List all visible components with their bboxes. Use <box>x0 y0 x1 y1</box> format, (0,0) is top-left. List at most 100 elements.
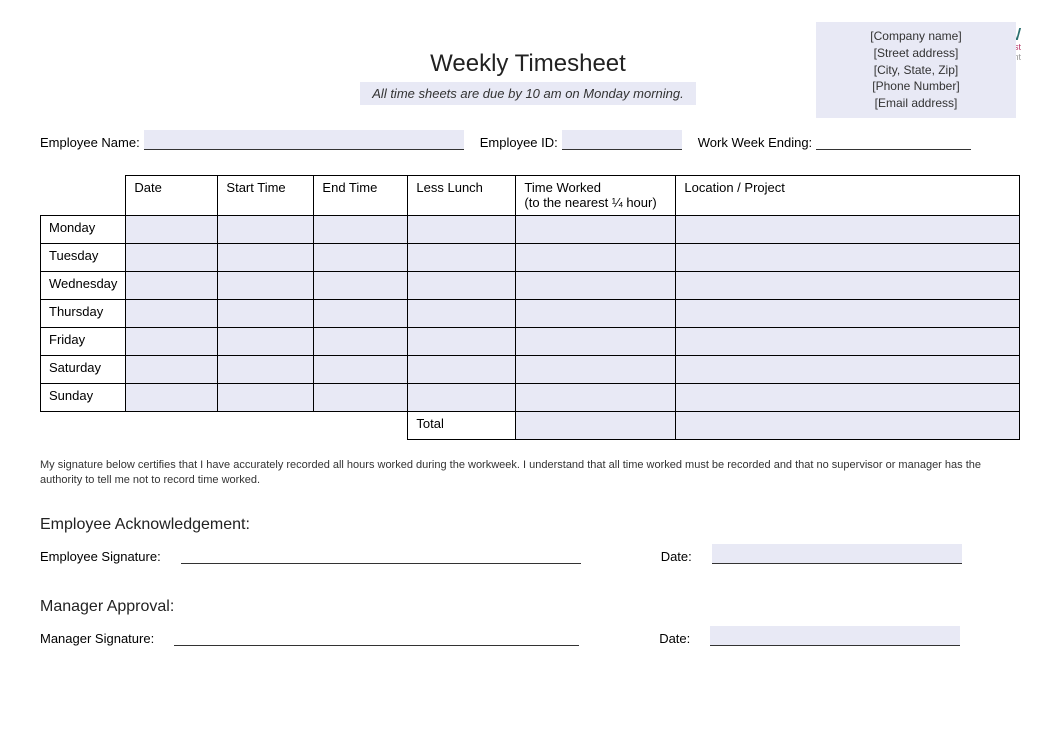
col-header-end: End Time <box>314 176 408 216</box>
cell-mon-worked[interactable] <box>516 216 676 244</box>
cell-tue-start[interactable] <box>218 244 314 272</box>
cell-sat-date[interactable] <box>126 356 218 384</box>
cell-sun-start[interactable] <box>218 384 314 412</box>
cell-fri-lunch[interactable] <box>408 328 516 356</box>
cell-fri-worked[interactable] <box>516 328 676 356</box>
manager-approval-heading: Manager Approval: <box>40 598 1016 616</box>
cell-tue-end[interactable] <box>314 244 408 272</box>
cell-thu-lunch[interactable] <box>408 300 516 328</box>
certification-text: My signature below certifies that I have… <box>40 458 1020 488</box>
employee-id-label: Employee ID: <box>480 135 558 150</box>
cell-sat-loc[interactable] <box>676 356 1020 384</box>
cell-thu-start[interactable] <box>218 300 314 328</box>
week-ending-label: Work Week Ending: <box>698 135 812 150</box>
cell-wed-start[interactable] <box>218 272 314 300</box>
company-phone-field[interactable]: [Phone Number] <box>820 78 1012 95</box>
cell-tue-worked[interactable] <box>516 244 676 272</box>
col-header-location: Location / Project <box>676 176 1020 216</box>
table-row: Friday <box>41 328 1020 356</box>
cell-sat-lunch[interactable] <box>408 356 516 384</box>
cell-thu-loc[interactable] <box>676 300 1020 328</box>
total-blank-3 <box>218 412 314 440</box>
cell-sun-loc[interactable] <box>676 384 1020 412</box>
table-corner-blank <box>41 176 126 216</box>
company-street-field[interactable]: [Street address] <box>820 45 1012 62</box>
cell-tue-lunch[interactable] <box>408 244 516 272</box>
day-label-friday: Friday <box>41 328 126 356</box>
employee-name-label: Employee Name: <box>40 135 140 150</box>
cell-tue-date[interactable] <box>126 244 218 272</box>
cell-mon-lunch[interactable] <box>408 216 516 244</box>
col-header-worked: Time Worked (to the nearest ¼ hour) <box>516 176 676 216</box>
day-label-saturday: Saturday <box>41 356 126 384</box>
cell-sun-date[interactable] <box>126 384 218 412</box>
page-subtitle: All time sheets are due by 10 am on Mond… <box>360 82 695 105</box>
table-row-total: Total <box>41 412 1020 440</box>
week-ending-input[interactable] <box>816 132 971 150</box>
day-label-sunday: Sunday <box>41 384 126 412</box>
employee-id-input[interactable] <box>562 130 682 150</box>
cell-sat-start[interactable] <box>218 356 314 384</box>
employee-name-input[interactable] <box>144 130 464 150</box>
timesheet-table: Date Start Time End Time Less Lunch Time… <box>40 175 1020 440</box>
cell-wed-loc[interactable] <box>676 272 1020 300</box>
employee-ack-section: Employee Acknowledgement: Employee Signa… <box>40 516 1016 564</box>
cell-sun-end[interactable] <box>314 384 408 412</box>
cell-thu-worked[interactable] <box>516 300 676 328</box>
manager-approval-section: Manager Approval: Manager Signature: Dat… <box>40 598 1016 646</box>
table-row: Sunday <box>41 384 1020 412</box>
cell-sun-lunch[interactable] <box>408 384 516 412</box>
cell-fri-loc[interactable] <box>676 328 1020 356</box>
cell-tue-loc[interactable] <box>676 244 1020 272</box>
manager-signature-label: Manager Signature: <box>40 631 154 646</box>
day-label-thursday: Thursday <box>41 300 126 328</box>
cell-sat-worked[interactable] <box>516 356 676 384</box>
cell-sun-worked[interactable] <box>516 384 676 412</box>
col-header-date: Date <box>126 176 218 216</box>
company-city-field[interactable]: [City, State, Zip] <box>820 62 1012 79</box>
total-worked-cell[interactable] <box>516 412 676 440</box>
cell-mon-loc[interactable] <box>676 216 1020 244</box>
company-email-field[interactable]: [Email address] <box>820 95 1012 112</box>
cell-wed-worked[interactable] <box>516 272 676 300</box>
col-header-start: Start Time <box>218 176 314 216</box>
col-header-lunch: Less Lunch <box>408 176 516 216</box>
employee-signature-label: Employee Signature: <box>40 549 161 564</box>
cell-wed-lunch[interactable] <box>408 272 516 300</box>
cell-wed-end[interactable] <box>314 272 408 300</box>
manager-date-label: Date: <box>659 631 690 646</box>
employee-ack-heading: Employee Acknowledgement: <box>40 516 1016 534</box>
company-info-block[interactable]: [Company name] [Street address] [City, S… <box>816 22 1016 118</box>
cell-fri-date[interactable] <box>126 328 218 356</box>
total-blank-4 <box>314 412 408 440</box>
table-row: Thursday <box>41 300 1020 328</box>
cell-fri-end[interactable] <box>314 328 408 356</box>
cell-wed-date[interactable] <box>126 272 218 300</box>
day-label-monday: Monday <box>41 216 126 244</box>
employee-info-row: Employee Name: Employee ID: Work Week En… <box>40 130 1016 150</box>
cell-sat-end[interactable] <box>314 356 408 384</box>
day-label-wednesday: Wednesday <box>41 272 126 300</box>
cell-mon-date[interactable] <box>126 216 218 244</box>
total-blank-2 <box>126 412 218 440</box>
employee-date-input[interactable] <box>712 544 962 564</box>
company-name-field[interactable]: [Company name] <box>820 28 1012 45</box>
table-row: Tuesday <box>41 244 1020 272</box>
total-loc-cell[interactable] <box>676 412 1020 440</box>
cell-fri-start[interactable] <box>218 328 314 356</box>
manager-signature-input[interactable] <box>174 628 579 646</box>
day-label-tuesday: Tuesday <box>41 244 126 272</box>
cell-thu-date[interactable] <box>126 300 218 328</box>
manager-date-input[interactable] <box>710 626 960 646</box>
employee-signature-input[interactable] <box>181 546 581 564</box>
employee-date-label: Date: <box>661 549 692 564</box>
timesheet-document: lovetoknow advice women can trust Logo w… <box>0 0 1056 753</box>
cell-mon-start[interactable] <box>218 216 314 244</box>
total-blank-1 <box>41 412 126 440</box>
cell-thu-end[interactable] <box>314 300 408 328</box>
table-row: Monday <box>41 216 1020 244</box>
table-row: Wednesday <box>41 272 1020 300</box>
total-label-cell: Total <box>408 412 516 440</box>
cell-mon-end[interactable] <box>314 216 408 244</box>
table-row: Saturday <box>41 356 1020 384</box>
